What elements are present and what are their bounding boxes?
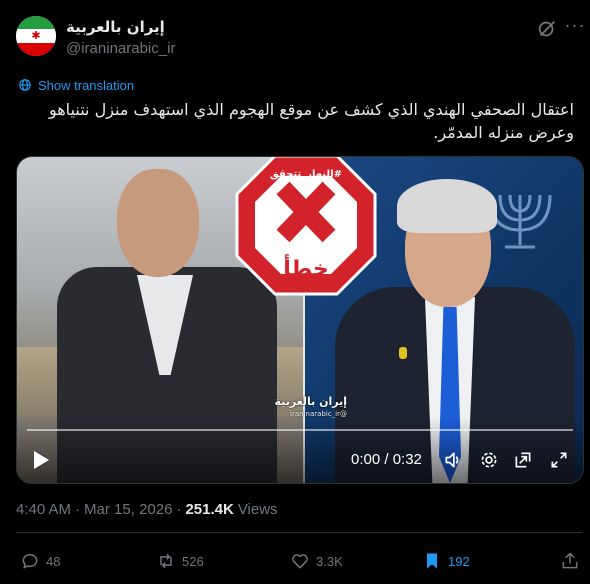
views-label: Views (237, 501, 278, 518)
action-bar: 48 526 3.3K 192 (20, 551, 580, 575)
bookmark-count: 192 (448, 553, 470, 569)
speaker-hair (397, 179, 497, 233)
flag-green-stripe (16, 16, 56, 29)
reply-count: 48 (46, 553, 61, 569)
stamp-verdict: خطأ (283, 257, 329, 282)
meta-dot: · (176, 501, 182, 518)
progress-bar[interactable] (27, 429, 573, 431)
show-translation-link[interactable]: Show translation (18, 76, 134, 94)
stamp-hashtag: #النهار_تتحقق (269, 169, 342, 180)
like-count: 3.3K (316, 553, 343, 569)
play-icon[interactable] (31, 449, 51, 471)
bookmark-icon (427, 553, 437, 569)
watermark-title: إيران بالعربية (274, 395, 347, 408)
reply-button[interactable]: 48 (20, 551, 60, 571)
video-player[interactable]: إيران بالعربية @iraninarabic_ir #النهار_… (16, 156, 584, 484)
avatar[interactable]: ✱ (16, 16, 56, 56)
tweet-date[interactable]: Mar 15, 2026 (84, 501, 172, 518)
show-translation-label: Show translation (38, 77, 135, 93)
bookmark-button[interactable]: 192 (422, 551, 470, 571)
share-button[interactable] (560, 551, 580, 571)
globe-icon (19, 79, 31, 91)
handle[interactable]: @iraninarabic_ir (66, 40, 175, 57)
more-icon[interactable]: ··· (564, 16, 586, 40)
like-button[interactable]: 3.3K (290, 551, 343, 571)
repost-button[interactable]: 526 (156, 551, 204, 571)
repost-icon (160, 553, 172, 569)
reporter-head (117, 169, 199, 277)
like-icon (292, 554, 308, 569)
flag-red-stripe (16, 43, 56, 56)
divider (16, 532, 582, 533)
grok-icon[interactable] (536, 18, 558, 40)
emblem-icon: ✱ (31, 30, 41, 42)
volume-icon[interactable] (443, 450, 463, 470)
repost-count: 526 (182, 553, 204, 569)
tweet-text: اعتقال الصحفي الهندي الذي كشف عن موقع ال… (48, 100, 574, 142)
pip-icon[interactable] (513, 450, 533, 470)
video-time: 0:00 / 0:32 (351, 451, 422, 468)
tweet-time[interactable]: 4:40 AM (16, 501, 71, 518)
views-count: 251.4K (185, 501, 234, 518)
tweet-meta: 4:40 AM · Mar 15, 2026 · 251.4K Views (16, 501, 278, 518)
fullscreen-icon[interactable] (549, 450, 569, 470)
tweet-header: ✱ إيران بالعربية @iraninarabic_ir ··· (16, 16, 584, 60)
share-icon (562, 552, 578, 569)
lapel-pin (399, 347, 407, 359)
reply-icon (22, 554, 38, 569)
video-controls: 0:00 / 0:32 (17, 417, 583, 483)
meta-dot: · (75, 501, 81, 518)
display-name[interactable]: إيران بالعربية (66, 18, 165, 36)
settings-icon[interactable] (479, 450, 499, 470)
